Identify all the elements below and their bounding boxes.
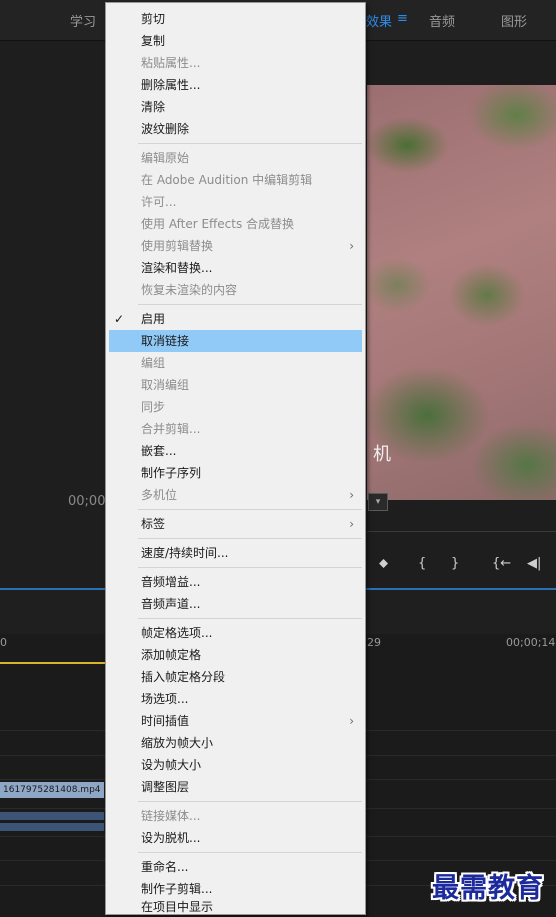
- monitor-scrub-bar[interactable]: [367, 531, 556, 532]
- step-back-button[interactable]: ◀|: [527, 556, 541, 571]
- clip-context-menu: 剪切 复制 粘贴属性... 删除属性... 清除 波纹删除 编辑原始 在 Ado…: [105, 2, 366, 915]
- chevron-right-icon: ›: [349, 239, 354, 253]
- menu-item-merge-clips[interactable]: 合并剪辑...: [109, 418, 362, 440]
- audio-clip[interactable]: [0, 812, 104, 820]
- menu-item-add-frame-hold[interactable]: 添加帧定格: [109, 644, 362, 666]
- menu-item-make-offline[interactable]: 设为脱机...: [109, 827, 362, 849]
- video-clip[interactable]: 1617975281408.mp4 [V]: [0, 782, 104, 798]
- menu-item-adjustment-layer[interactable]: 调整图层: [109, 776, 362, 798]
- tab-graphics[interactable]: 图形: [501, 11, 527, 30]
- menu-item-replace-with-ae-comp[interactable]: 使用 After Effects 合成替换: [109, 213, 362, 235]
- tab-learn[interactable]: 学习: [70, 11, 96, 30]
- menu-separator: [138, 304, 362, 305]
- menu-item-replace-with-clip[interactable]: 使用剪辑替换 ›: [109, 235, 362, 257]
- menu-separator: [138, 801, 362, 802]
- ruler-label: 29: [367, 636, 381, 649]
- menu-item-group[interactable]: 编组: [109, 352, 362, 374]
- menu-item-insert-frame-hold-segment[interactable]: 插入帧定格分段: [109, 666, 362, 688]
- menu-item-scale-to-frame-size[interactable]: 缩放为帧大小: [109, 732, 362, 754]
- video-preview: 机: [367, 85, 556, 500]
- menu-item-enable[interactable]: ✓ 启用: [109, 308, 362, 330]
- chevron-right-icon: ›: [349, 517, 354, 531]
- menu-separator: [138, 538, 362, 539]
- menu-item-make-subsequence[interactable]: 制作子序列: [109, 462, 362, 484]
- watermark-logo: 最需教育: [432, 873, 544, 904]
- checkmark-icon: ✓: [114, 312, 125, 326]
- chevron-right-icon: ›: [349, 488, 354, 502]
- menu-item-reveal-in-project[interactable]: 在项目中显示: [109, 900, 362, 914]
- menu-item-license[interactable]: 许可...: [109, 191, 362, 213]
- audio-clip[interactable]: [0, 823, 104, 831]
- add-marker-button[interactable]: ⬥: [379, 556, 388, 571]
- menu-item-unlink[interactable]: 取消链接: [109, 330, 362, 352]
- menu-item-audio-channels[interactable]: 音频声道...: [109, 593, 362, 615]
- menu-item-edit-in-audition[interactable]: 在 Adobe Audition 中编辑剪辑: [109, 169, 362, 191]
- menu-item-edit-original[interactable]: 编辑原始: [109, 147, 362, 169]
- mark-in-button[interactable]: {: [418, 556, 426, 571]
- menu-item-copy[interactable]: 复制: [109, 30, 362, 52]
- menu-item-restore-unrendered[interactable]: 恢复未渲染的内容: [109, 279, 362, 301]
- menu-item-remove-attributes[interactable]: 删除属性...: [109, 74, 362, 96]
- ruler-label: 00;00;14;2: [506, 636, 556, 649]
- menu-item-label[interactable]: 标签 ›: [109, 513, 362, 535]
- menu-item-ripple-delete[interactable]: 波纹删除: [109, 118, 362, 140]
- work-area-bar[interactable]: [0, 662, 110, 664]
- menu-item-audio-gain[interactable]: 音频增益...: [109, 571, 362, 593]
- chevron-right-icon: ›: [349, 714, 354, 728]
- menu-separator: [138, 143, 362, 144]
- menu-item-synchronize[interactable]: 同步: [109, 396, 362, 418]
- resolution-dropdown[interactable]: ▾: [368, 493, 388, 511]
- menu-separator: [138, 509, 362, 510]
- menu-item-time-interpolation[interactable]: 时间插值 ›: [109, 710, 362, 732]
- menu-item-field-options[interactable]: 场选项...: [109, 688, 362, 710]
- tab-audio[interactable]: 音频: [429, 11, 455, 30]
- menu-item-render-and-replace[interactable]: 渲染和替换...: [109, 257, 362, 279]
- menu-item-make-subclip[interactable]: 制作子剪辑...: [109, 878, 362, 900]
- go-to-in-button[interactable]: {←: [492, 556, 511, 571]
- menu-item-nest[interactable]: 嵌套...: [109, 440, 362, 462]
- menu-item-cut[interactable]: 剪切: [109, 8, 362, 30]
- menu-item-multicam[interactable]: 多机位 ›: [109, 484, 362, 506]
- tab-effects[interactable]: 效果: [366, 11, 392, 30]
- menu-item-paste-attributes[interactable]: 粘贴属性...: [109, 52, 362, 74]
- menu-separator: [138, 567, 362, 568]
- menu-item-frame-hold-options[interactable]: 帧定格选项...: [109, 622, 362, 644]
- menu-item-speed-duration[interactable]: 速度/持续时间...: [109, 542, 362, 564]
- video-caption: 机: [373, 444, 391, 465]
- playhead-timecode[interactable]: 00;00: [68, 494, 105, 509]
- workspace-menu-icon[interactable]: ≡: [397, 11, 408, 26]
- ruler-label: 0: [0, 636, 7, 649]
- menu-item-link-media[interactable]: 链接媒体...: [109, 805, 362, 827]
- menu-item-set-to-frame-size[interactable]: 设为帧大小: [109, 754, 362, 776]
- chevron-down-icon: ▾: [375, 497, 381, 507]
- menu-separator: [138, 852, 362, 853]
- menu-item-clear[interactable]: 清除: [109, 96, 362, 118]
- menu-item-ungroup[interactable]: 取消编组: [109, 374, 362, 396]
- mark-out-button[interactable]: }: [451, 556, 459, 571]
- menu-separator: [138, 618, 362, 619]
- menu-item-rename[interactable]: 重命名...: [109, 856, 362, 878]
